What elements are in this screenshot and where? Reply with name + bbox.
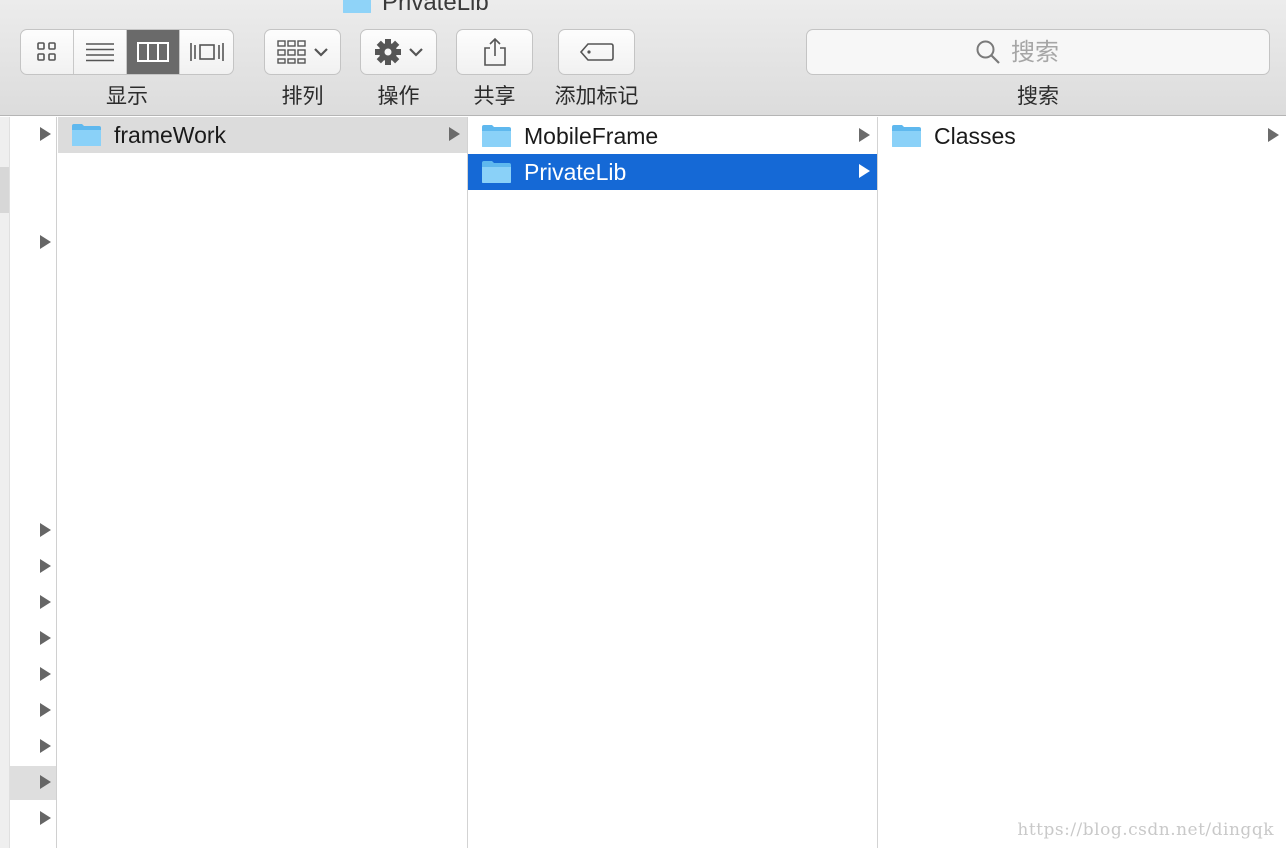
folder-row-mobileframe[interactable]: MobileFrame (468, 118, 877, 154)
window-title-text: PrivateLib (382, 0, 489, 16)
column-view-icon (137, 42, 169, 62)
action-label: 操作 (377, 85, 420, 108)
search-label: 搜索 (1017, 85, 1059, 108)
add-tags-button[interactable] (558, 29, 635, 75)
folder-row-privatelib[interactable]: PrivateLib (468, 154, 877, 190)
disclosure-triangle-icon[interactable] (38, 774, 52, 790)
browser-column-3: Classes (878, 117, 1286, 848)
arrange-label: 排列 (281, 85, 324, 108)
watermark: https://blog.csdn.net/dingqk (1017, 820, 1274, 840)
share-button[interactable] (456, 29, 533, 75)
browser-column-2: MobileFrame PrivateLib (468, 117, 878, 848)
chevron-right-icon (1268, 128, 1280, 144)
disclosure-triangle-icon[interactable] (38, 234, 52, 250)
add-tags-label: 添加标记 (554, 85, 639, 108)
disclosure-triangle-icon[interactable] (38, 522, 52, 538)
disclosure-triangle-icon[interactable] (38, 126, 52, 142)
folder-row-framework[interactable]: frameWork (58, 117, 467, 153)
toolbar: PrivateLib 显示 排列 操作 共享 添加标记 搜索 搜索 (0, 0, 1286, 116)
folder-icon (892, 125, 921, 147)
list-view-icon (86, 43, 114, 62)
folder-row-classes[interactable]: Classes (878, 118, 1286, 154)
chevron-down-icon (408, 48, 423, 57)
sidebar (0, 117, 57, 848)
icon-view-grid-icon (37, 42, 56, 61)
action-button[interactable] (360, 29, 437, 75)
icon-view-button[interactable] (21, 30, 74, 74)
view-label: 显示 (106, 85, 148, 108)
disclosure-triangle-icon[interactable] (38, 666, 52, 682)
disclosure-triangle-icon[interactable] (38, 738, 52, 754)
disclosure-triangle-icon[interactable] (38, 630, 52, 646)
view-mode-control (20, 29, 234, 75)
share-label: 共享 (473, 85, 516, 108)
folder-name: MobileFrame (524, 123, 659, 149)
tag-icon (579, 43, 614, 61)
folder-name: frameWork (114, 122, 227, 148)
disclosure-triangle-icon[interactable] (38, 810, 52, 826)
folder-icon (482, 161, 511, 183)
cover-flow-view-icon (189, 43, 224, 61)
scrollbar-thumb[interactable] (0, 167, 9, 213)
chevron-right-icon (859, 164, 871, 180)
arrange-grid-icon (276, 40, 306, 64)
disclosure-triangle-icon[interactable] (38, 558, 52, 574)
chevron-right-icon (859, 128, 871, 144)
sidebar-scroll-edge (0, 117, 10, 848)
arrange-button[interactable] (264, 29, 341, 75)
folder-icon (343, 0, 371, 13)
cover-flow-view-button[interactable] (180, 30, 233, 74)
disclosure-triangle-icon[interactable] (38, 594, 52, 610)
folder-name: PrivateLib (524, 159, 627, 185)
chevron-right-icon (449, 127, 461, 143)
disclosure-triangle-icon[interactable] (38, 702, 52, 718)
browser-column-1: frameWork (58, 117, 468, 848)
folder-icon (72, 124, 101, 146)
share-icon (483, 37, 506, 66)
search-input[interactable] (1011, 38, 1101, 66)
list-view-button[interactable] (74, 30, 127, 74)
folder-icon (482, 125, 511, 147)
search-field[interactable] (806, 29, 1270, 75)
folder-name: Classes (934, 123, 1016, 149)
gear-icon (374, 39, 401, 65)
column-view-button[interactable] (127, 30, 180, 74)
search-icon (976, 40, 1000, 64)
chevron-down-icon (313, 48, 328, 57)
window-title: PrivateLib (342, 0, 489, 16)
